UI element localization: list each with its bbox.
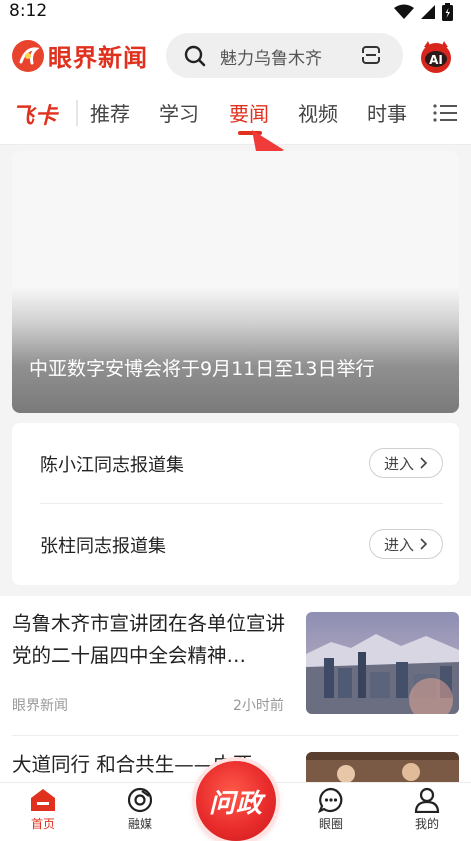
status-time: 8:12	[9, 1, 48, 21]
chevron-right-icon	[420, 457, 428, 469]
collection-item[interactable]: 陈小江同志报道集 进入	[12, 423, 459, 503]
search-bar[interactable]: 魅力乌鲁木齐	[166, 33, 403, 78]
chat-icon	[318, 787, 343, 813]
chevron-right-icon	[420, 538, 428, 550]
wifi-icon	[394, 4, 414, 19]
tab-video[interactable]: 视频	[298, 98, 338, 127]
search-icon	[184, 45, 206, 67]
app-header: 眼界新闻 魅力乌鲁木齐 AI	[0, 24, 471, 88]
ai-assistant-button[interactable]: AI	[418, 38, 454, 74]
collections-card: 陈小江同志报道集 进入 张柱同志报道集 进入	[12, 423, 459, 585]
news-thumbnail[interactable]	[306, 612, 459, 714]
search-placeholder: 魅力乌鲁木齐	[220, 49, 322, 69]
channel-menu-icon[interactable]	[433, 103, 457, 123]
tab-study[interactable]: 学习	[159, 98, 199, 127]
news-thumbnail[interactable]	[306, 752, 459, 782]
enter-button[interactable]: 进入	[369, 448, 443, 478]
collection-item[interactable]: 张柱同志报道集 进入	[12, 504, 459, 584]
battery-icon	[442, 3, 453, 21]
nav-profile[interactable]: 我的	[397, 787, 457, 832]
tab-separator	[76, 100, 78, 126]
hero-caption: 中亚数字安博会将于9月11日至13日举行	[29, 358, 375, 380]
channel-tabs: 飞卡 推荐 学习 要闻 视频 时事	[0, 88, 471, 145]
news-time: 2小时前	[233, 698, 284, 714]
status-icons	[394, 2, 453, 22]
collection-title: 张柱同志报道集	[40, 536, 166, 557]
news-source: 眼界新闻	[12, 698, 68, 714]
home-icon	[31, 789, 55, 811]
scan-icon[interactable]	[361, 46, 381, 64]
nav-media[interactable]: 融媒	[110, 787, 170, 832]
app-logo[interactable]: 眼界新闻	[12, 38, 148, 73]
ai-label: AI	[429, 53, 443, 67]
tab-recommend[interactable]: 推荐	[90, 98, 130, 127]
news-list: 乌鲁木齐市宣讲团在各单位宣讲党的二十届四中全会精神… 眼界新闻 2小时前 大道同…	[0, 596, 471, 782]
hero-banner[interactable]: 中亚数字安博会将于9月11日至13日举行	[12, 151, 459, 413]
nav-home[interactable]: 首页	[13, 787, 73, 832]
wenzheng-button[interactable]: 问政	[196, 761, 276, 841]
signal-icon	[421, 5, 435, 19]
app-name: 眼界新闻	[48, 44, 148, 72]
tab-feika[interactable]: 飞卡	[12, 98, 58, 130]
status-bar: 8:12	[0, 0, 471, 24]
tab-headlines[interactable]: 要闻	[229, 98, 269, 127]
media-icon	[127, 787, 153, 813]
profile-icon	[414, 787, 440, 813]
logo-mark-icon	[12, 39, 44, 72]
enter-button[interactable]: 进入	[369, 529, 443, 559]
news-title[interactable]: 乌鲁木齐市宣讲团在各单位宣讲党的二十届四中全会精神…	[12, 608, 296, 672]
nav-circle[interactable]: 眼圈	[301, 787, 361, 832]
divider	[12, 735, 459, 736]
tab-current-affairs[interactable]: 时事	[367, 98, 407, 127]
collection-title: 陈小江同志报道集	[40, 455, 184, 476]
bottom-nav: 首页 融媒 问政 眼圈 我的	[0, 761, 471, 841]
